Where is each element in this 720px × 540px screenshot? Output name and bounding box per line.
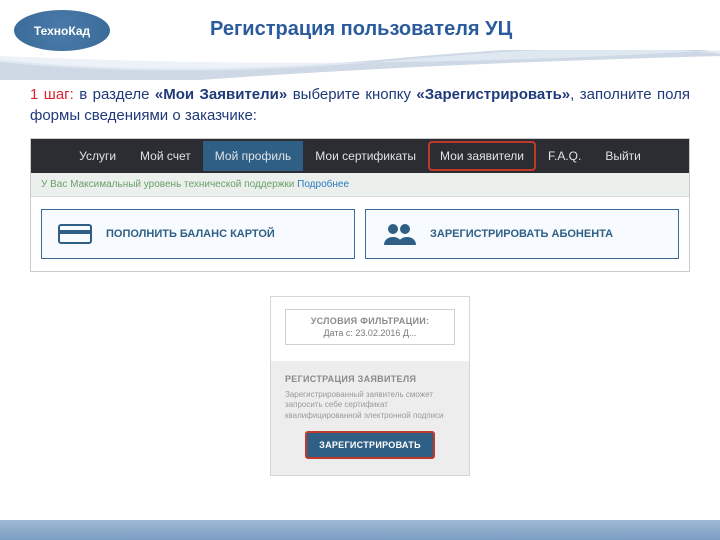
- support-notice: У Вас Максимальный уровень технической п…: [31, 173, 689, 197]
- registration-desc: Зарегистрированный заявитель сможет запр…: [285, 390, 455, 421]
- registration-block: РЕГИСТРАЦИЯ ЗАЯВИТЕЛЯ Зарегистрированный…: [271, 362, 469, 475]
- register-button[interactable]: ЗАРЕГИСТРИРОВАТЬ: [305, 431, 435, 459]
- filter-title: УСЛОВИЯ ФИЛЬТРАЦИИ:: [294, 316, 446, 326]
- header-swoosh: [0, 50, 720, 80]
- footer-band: [0, 520, 720, 540]
- brand-logo: ТехноКад: [12, 8, 112, 53]
- nav-services[interactable]: Услуги: [67, 141, 128, 171]
- topup-label: ПОПОЛНИТЬ БАЛАНС КАРТОЙ: [106, 228, 275, 240]
- screenshot-side-panel: УСЛОВИЯ ФИЛЬТРАЦИИ: Дата с: 23.02.2016 Д…: [270, 296, 470, 476]
- filter-box[interactable]: УСЛОВИЯ ФИЛЬТРАЦИИ: Дата с: 23.02.2016 Д…: [285, 309, 455, 345]
- action-buttons-row: ПОПОЛНИТЬ БАЛАНС КАРТОЙ ЗАРЕГИСТРИРОВАТЬ…: [31, 197, 689, 271]
- register-subscriber-button[interactable]: ЗАРЕГИСТРИРОВАТЬ АБОНЕНТА: [365, 209, 679, 259]
- users-icon: [382, 220, 416, 248]
- step-label: 1 шаг:: [30, 86, 74, 103]
- nav-profile[interactable]: Мой профиль: [203, 141, 304, 171]
- page-title: Регистрация пользователя УЦ: [210, 18, 512, 41]
- credit-card-icon: [58, 220, 92, 248]
- top-nav: Услуги Мой счет Мой профиль Мои сертифик…: [31, 139, 689, 173]
- register-sub-label: ЗАРЕГИСТРИРОВАТЬ АБОНЕНТА: [430, 228, 613, 240]
- nav-faq[interactable]: F.A.Q.: [536, 141, 593, 171]
- nav-applicants[interactable]: Мои заявители: [428, 141, 536, 171]
- filter-date: Дата с: 23.02.2016 Д...: [294, 328, 446, 338]
- screenshot-top: Услуги Мой счет Мой профиль Мои сертифик…: [30, 138, 690, 272]
- nav-exit[interactable]: Выйти: [593, 141, 653, 171]
- instruction-text: 1 шаг: в разделе «Мои Заявители» выберит…: [30, 84, 690, 126]
- brand-text: ТехноКад: [34, 24, 90, 38]
- nav-certs[interactable]: Мои сертификаты: [303, 141, 428, 171]
- topup-balance-button[interactable]: ПОПОЛНИТЬ БАЛАНС КАРТОЙ: [41, 209, 355, 259]
- nav-account[interactable]: Мой счет: [128, 141, 203, 171]
- registration-title: РЕГИСТРАЦИЯ ЗАЯВИТЕЛЯ: [285, 374, 455, 384]
- filter-block: УСЛОВИЯ ФИЛЬТРАЦИИ: Дата с: 23.02.2016 Д…: [271, 297, 469, 362]
- notice-more-link[interactable]: Подробнее: [297, 179, 349, 190]
